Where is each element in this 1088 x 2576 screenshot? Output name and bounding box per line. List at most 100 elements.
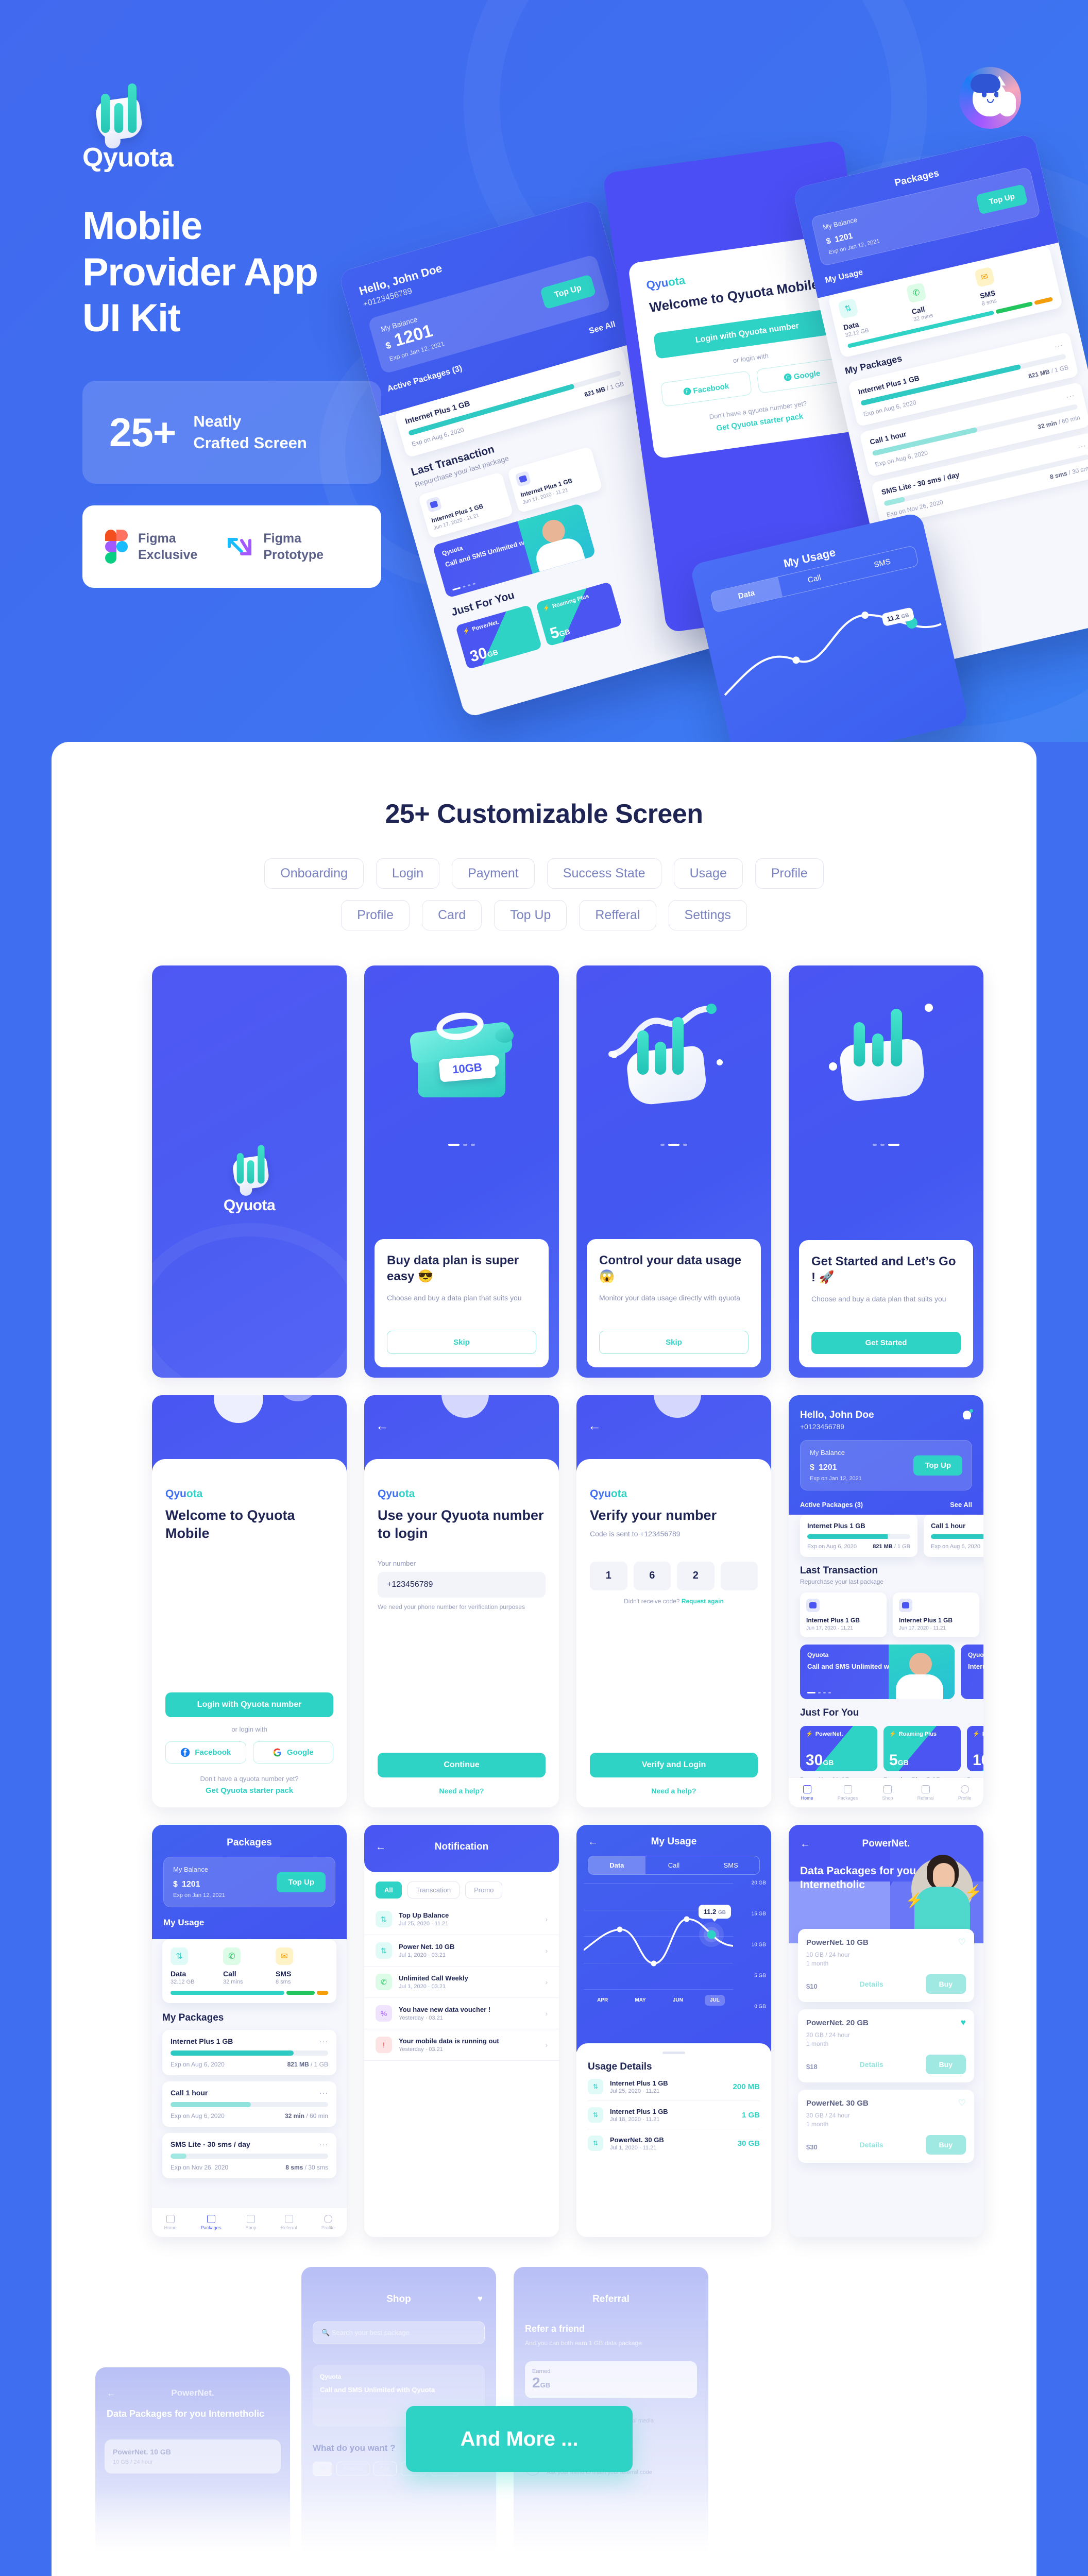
onboarding-skip-button[interactable]: Skip (599, 1331, 749, 1354)
otp-input-group[interactable]: 1 6 2 (590, 1561, 758, 1590)
tag-usage[interactable]: Usage (673, 858, 743, 889)
powernet-faded-card[interactable]: PowerNet. 10 GB 10 GB / 24 hour (105, 2439, 281, 2474)
mockup-topup-button[interactable]: Top Up (976, 183, 1028, 214)
powernet-package-card[interactable]: PowerNet. 10 GB ♡ 10 GB / 24 hour 1 month… (798, 1929, 974, 2002)
more-options-icon[interactable]: ··· (319, 2037, 328, 2045)
notification-item[interactable]: ! Your mobile data is running out Yesterda… (364, 2029, 559, 2061)
mockup-topup-button[interactable]: Top Up (539, 274, 597, 310)
powernet-package-card[interactable]: PowerNet. 20 GB ♥ 20 GB / 24 hour 1 month… (798, 2009, 974, 2082)
more-options-icon[interactable]: ··· (1077, 441, 1087, 451)
top-up-button[interactable]: Top Up (913, 1455, 962, 1476)
tag-top-up[interactable]: Top Up (494, 900, 567, 930)
nav-item-home[interactable]: Home (801, 1785, 813, 1801)
onboarding-skip-button[interactable]: Skip (387, 1331, 536, 1354)
nav-item-shop[interactable]: Shop (882, 1785, 893, 1801)
more-options-icon[interactable]: ··· (319, 2140, 328, 2148)
sheet-drag-handle[interactable] (662, 2052, 685, 2054)
tag-card[interactable]: Card (422, 900, 482, 930)
transaction-card[interactable]: Internet Plus 1 GB Jun 17, 2020 · 11.21 (800, 1592, 887, 1637)
mockup-facebook-button[interactable]: 🅕 Facebook (660, 370, 753, 407)
google-login-button[interactable]: Google (252, 1741, 333, 1764)
chip-promo[interactable]: Promo (465, 1882, 503, 1899)
tag-profile[interactable]: Profile (755, 858, 824, 889)
buy-button[interactable]: Buy (925, 2055, 966, 2074)
heart-filled-icon[interactable]: ♥ (961, 2018, 966, 2028)
screen-powernet-faded[interactable]: PowerNet. ← Data Packages for you Intern… (95, 2367, 290, 2576)
screen-welcome[interactable]: Qyuota Welcome to Qyuota Mobile Login wi… (152, 1395, 347, 1807)
month-apr[interactable]: APR (592, 1995, 613, 2006)
more-options-icon[interactable]: ··· (1065, 391, 1076, 400)
my-package-row[interactable]: Internet Plus 1 GB ··· Exp on Aug 6, 2020… (162, 2030, 336, 2075)
screen-notification[interactable]: ← Notification All Transcation Promo ⇅ To… (364, 1825, 559, 2237)
back-arrow-icon[interactable]: ← (376, 1419, 389, 1432)
back-arrow-icon[interactable]: ← (107, 2388, 116, 2399)
nav-item-shop[interactable]: Shop (245, 2214, 257, 2230)
my-package-row[interactable]: Call 1 hour ··· Exp on Aug 6, 2020 32 min … (162, 2081, 336, 2127)
transaction-card[interactable]: Internet Plus 1 GB Jun 17, 2020 · 11.21 (893, 1592, 979, 1637)
tag-settings[interactable]: Settings (668, 900, 747, 930)
month-jun[interactable]: JUN (668, 1995, 688, 2006)
promo-pagination[interactable] (807, 1692, 831, 1693)
screen-splash[interactable]: Qyuota (152, 965, 347, 1378)
heart-outline-icon[interactable]: ♡ (958, 2098, 966, 2108)
tag-refferal[interactable]: Refferal (579, 900, 656, 930)
usage-detail-row[interactable]: ⇅ Internet Plus 1 GB Jul 25, 2020 · 11.21 2… (588, 2073, 760, 2101)
login-with-qyuota-button[interactable]: Login with Qyuota number (165, 1692, 333, 1717)
active-package-card[interactable]: Internet Plus 1 GB Exp on Aug 6, 2020 821… (800, 1515, 917, 1557)
screen-onboarding-3[interactable]: Get Started and Let’s Go ! 🚀 Choose and … (789, 965, 983, 1378)
tag-payment[interactable]: Payment (452, 858, 535, 889)
notification-bell-icon[interactable] (962, 1409, 973, 1421)
promo-banner[interactable]: Qyuota Internet free all day best price (961, 1645, 983, 1699)
my-package-row[interactable]: SMS Lite - 30 sms / day ··· Exp on Nov 26… (162, 2133, 336, 2178)
promo-banner[interactable]: Qyuota Call and SMS Unlimited with Qyuot… (800, 1645, 955, 1699)
bottom-navigation[interactable]: Home Packages Shop Referral Profile (789, 1777, 983, 1807)
nav-item-profile[interactable]: Profile (958, 1785, 971, 1801)
back-arrow-icon[interactable]: ← (588, 1419, 601, 1432)
screen-verify-number[interactable]: ← Qyuota Verify your number Code is sent… (576, 1395, 771, 1807)
top-up-button[interactable]: Top Up (277, 1872, 326, 1892)
starter-pack-link[interactable]: Get Qyuota starter pack (165, 1786, 333, 1795)
month-may[interactable]: MAY (630, 1995, 651, 2006)
buy-button[interactable]: Buy (925, 1974, 966, 1994)
otp-digit-2[interactable]: 6 (633, 1561, 671, 1590)
nav-item-packages[interactable]: Packages (201, 2214, 221, 2230)
nav-item-referral[interactable]: Referral (281, 2214, 297, 2230)
heart-icon[interactable]: ♥ (478, 2294, 483, 2304)
shop-search-input[interactable]: 🔍 Search your best package (313, 2321, 485, 2344)
screen-packages[interactable]: Packages My Balance $ 1201 Exp on Jan 12… (152, 1825, 347, 2237)
need-help-link[interactable]: Need a help? (378, 1787, 546, 1795)
details-link[interactable]: Details (860, 2141, 883, 2149)
screen-my-usage[interactable]: ← My Usage Data Call SMS 20 GB 15 GB 10 … (576, 1825, 771, 2237)
otp-digit-1[interactable]: 1 (590, 1561, 627, 1590)
chip-call[interactable]: Call (373, 2462, 397, 2476)
nav-item-home[interactable]: Home (164, 2214, 177, 2230)
month-jul[interactable]: JUL (705, 1995, 725, 2006)
details-link[interactable]: Details (860, 2060, 883, 2069)
usage-detail-row[interactable]: ⇅ Internet Plus 1 GB Jul 18, 2020 · 11.21 1… (588, 2101, 760, 2129)
notification-item[interactable]: ⇅ Top Up Balance Jul 25, 2020 · 11.21 › (364, 1904, 559, 1935)
phone-number-input[interactable]: +123456789 (378, 1572, 546, 1598)
tag-onboarding[interactable]: Onboarding (264, 858, 364, 889)
nav-item-referral[interactable]: Referral (917, 1785, 934, 1801)
chip-all[interactable]: All (376, 1882, 402, 1899)
otp-digit-4[interactable] (720, 1561, 758, 1590)
more-options-icon[interactable]: ··· (319, 2089, 328, 2097)
tag-success-state[interactable]: Success State (547, 858, 661, 889)
mockup-see-all[interactable]: See All (588, 320, 617, 336)
tab-sms[interactable]: SMS (702, 1856, 759, 1874)
chip-internet[interactable]: Internet (336, 2462, 369, 2476)
notification-item[interactable]: % You have new data voucher ! Yesterday · … (364, 1998, 559, 2029)
tag-profile-2[interactable]: Profile (341, 900, 410, 930)
buy-button[interactable]: Buy (925, 2135, 966, 2155)
verify-and-login-button[interactable]: Verify and Login (590, 1753, 758, 1777)
back-arrow-icon[interactable]: ← (588, 1836, 598, 1848)
tab-data[interactable]: Data (588, 1856, 645, 1874)
otp-digit-3[interactable]: 2 (677, 1561, 715, 1590)
bottom-navigation[interactable]: Home Packages Shop Referral Profile (152, 2207, 347, 2237)
screen-powernet[interactable]: ← PowerNet. Data Packages for you Intern… (789, 1825, 983, 2237)
active-package-card[interactable]: Call 1 hour Exp on Aug 6, 202032 min / 6… (924, 1515, 983, 1557)
request-again-link[interactable]: Request again (682, 1598, 724, 1605)
tag-login[interactable]: Login (376, 858, 440, 889)
usage-detail-row[interactable]: ⇅ PowerNet. 30 GB Jul 1, 2020 · 11.21 30 GB (588, 2129, 760, 2157)
nav-item-profile[interactable]: Profile (321, 2214, 334, 2230)
